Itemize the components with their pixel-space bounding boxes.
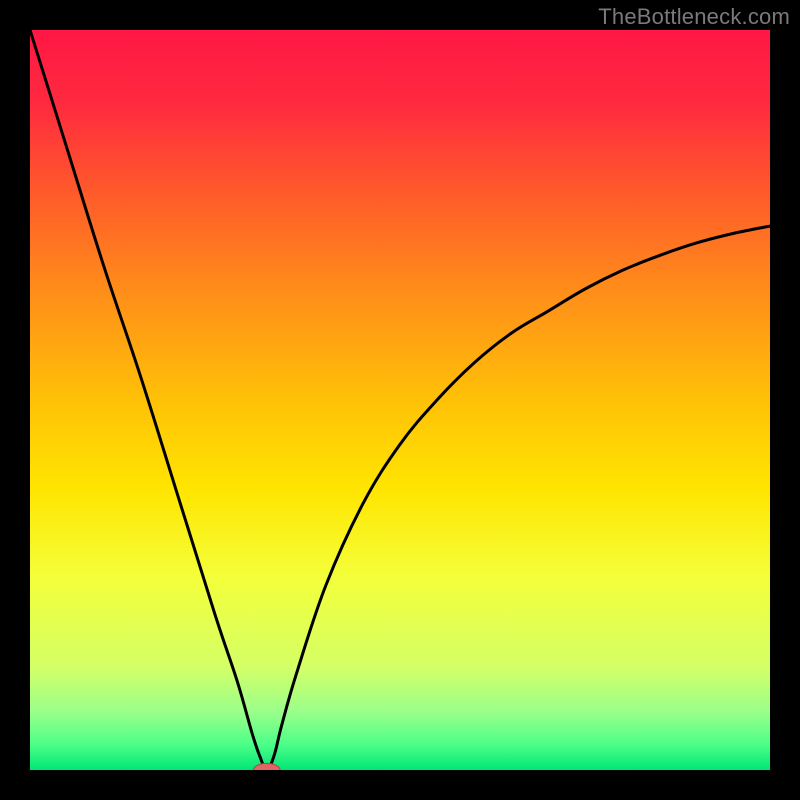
watermark-text: TheBottleneck.com <box>598 4 790 30</box>
minimum-marker <box>253 763 280 776</box>
plot-background <box>30 30 770 770</box>
chart-frame: TheBottleneck.com <box>0 0 800 800</box>
bottleneck-chart <box>0 0 800 800</box>
